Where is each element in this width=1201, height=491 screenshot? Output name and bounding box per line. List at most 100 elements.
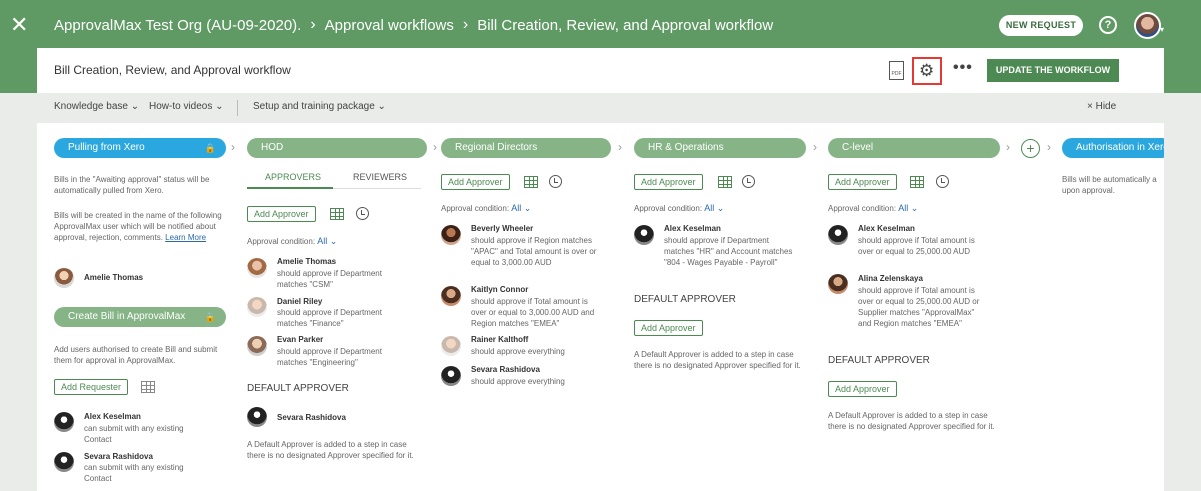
approval-condition: Approval condition: All ⌄ (441, 203, 531, 214)
alarm-clock-icon[interactable] (356, 207, 369, 220)
approver-rule: should approve if Department matches "Fi… (277, 308, 382, 328)
approver-rule: should approve if Region matches "APAC" … (471, 236, 597, 267)
hide-button[interactable]: × Hide (1087, 101, 1116, 112)
knowledge-base-link[interactable]: Knowledge base ⌄ (54, 101, 139, 112)
avatar (441, 225, 461, 245)
howto-videos-link[interactable]: How-to videos ⌄ (149, 101, 224, 112)
chevron-right-icon: › (1047, 140, 1051, 154)
active-tab-indicator (247, 187, 333, 189)
chevron-right-icon: › (813, 140, 817, 154)
step-create-bill[interactable]: Create Bill in ApprovalMax 🔒 (54, 307, 226, 327)
approver-rule: should approve if Department matches "CS… (277, 269, 382, 289)
table-icon[interactable] (524, 176, 538, 188)
more-options-icon[interactable]: ••• (953, 59, 973, 77)
pull-user-name: Amelie Thomas (84, 273, 144, 282)
requester-name: Alex Keselman (84, 412, 141, 421)
settings-button[interactable]: ⚙ (912, 57, 942, 85)
step-hr-operations[interactable]: HR & Operations (634, 138, 806, 158)
learn-more-link[interactable]: Learn More (165, 233, 206, 242)
condition-label: Approval condition: (247, 237, 316, 246)
lock-icon: 🔒 (204, 312, 216, 322)
avatar (634, 225, 654, 245)
default-approver-name: Sevara Rashidova (277, 413, 346, 422)
condition-dropdown[interactable]: All ⌄ (898, 203, 918, 213)
auth-description: Bills will be automatically a upon appro… (1062, 175, 1157, 195)
avatar (247, 336, 267, 356)
add-default-approver-button[interactable]: Add Approver (634, 320, 703, 336)
approval-condition: Approval condition: All ⌄ (634, 203, 724, 214)
approver-rule: should approve everything (471, 347, 565, 356)
workflow-title-bar: Bill Creation, Review, and Approval work… (37, 48, 1164, 93)
default-approver-note: A Default Approver is added to a step in… (634, 350, 801, 370)
tab-approvers[interactable]: APPROVERS (265, 172, 321, 182)
step-authorisation-xero[interactable]: Authorisation in Xero (1062, 138, 1164, 158)
condition-dropdown[interactable]: All ⌄ (511, 203, 531, 213)
requester-rule: can submit with any existing Contact (84, 424, 184, 444)
setup-training-link[interactable]: Setup and training package ⌄ (253, 101, 386, 112)
add-approver-button[interactable]: Add Approver (441, 174, 510, 190)
add-approver-button[interactable]: Add Approver (828, 174, 897, 190)
lock-icon: 🔒 (204, 143, 216, 153)
breadcrumb-org[interactable]: ApprovalMax Test Org (AU-09-2020). (54, 17, 301, 34)
alarm-clock-icon[interactable] (936, 175, 949, 188)
condition-label: Approval condition: (828, 204, 897, 213)
approver-name: Sevara Rashidova (471, 365, 540, 374)
step-regional-directors[interactable]: Regional Directors (441, 138, 611, 158)
default-approver-note: A Default Approver is added to a step in… (828, 411, 995, 431)
approver-name: Alex Keselman (858, 224, 915, 233)
approver-rule: should approve if Department matches "HR… (664, 236, 793, 267)
pdf-icon[interactable]: PDF (889, 61, 904, 80)
tab-reviewers[interactable]: REVIEWERS (353, 172, 407, 182)
table-icon[interactable] (141, 381, 155, 393)
add-approver-button[interactable]: Add Approver (634, 174, 703, 190)
add-default-approver-button[interactable]: Add Approver (828, 381, 897, 397)
step-label: Create Bill in ApprovalMax (68, 311, 186, 322)
workflow-canvas: Pulling from Xero 🔒 › Bills in the "Awai… (37, 123, 1164, 491)
pull-description: Bills in the "Awaiting approval" status … (54, 175, 210, 195)
avatar (54, 452, 74, 472)
avatar (247, 297, 267, 317)
avatar (828, 225, 848, 245)
default-approver-heading: DEFAULT APPROVER (828, 355, 930, 366)
chevron-right-icon: › (433, 140, 437, 154)
default-approver-heading: DEFAULT APPROVER (634, 294, 736, 305)
table-icon[interactable] (330, 208, 344, 220)
create-description: Add users authorised to create Bill and … (54, 345, 218, 365)
add-step-button[interactable]: + (1021, 139, 1040, 158)
approver-rule: should approve everything (471, 377, 565, 386)
condition-label: Approval condition: (634, 204, 703, 213)
requester-name: Sevara Rashidova (84, 452, 153, 461)
avatar (441, 366, 461, 386)
chevron-right-icon: › (231, 140, 235, 154)
avatar (441, 286, 461, 306)
approver-name: Daniel Riley (277, 297, 323, 306)
approver-name: Kaitlyn Connor (471, 285, 529, 294)
condition-dropdown[interactable]: All ⌄ (704, 203, 724, 213)
step-hod[interactable]: HOD (247, 138, 427, 158)
alarm-clock-icon[interactable] (742, 175, 755, 188)
alarm-clock-icon[interactable] (549, 175, 562, 188)
close-icon[interactable]: ✕ (10, 14, 28, 36)
help-links-bar: Knowledge base ⌄ How-to videos ⌄ Setup a… (37, 93, 1164, 123)
approver-name: Rainer Kalthoff (471, 335, 529, 344)
table-icon[interactable] (718, 176, 732, 188)
page-title: Bill Creation, Review, and Approval work… (54, 63, 291, 77)
add-approver-button[interactable]: Add Approver (247, 206, 316, 222)
help-icon[interactable]: ? (1099, 16, 1117, 34)
add-requester-button[interactable]: Add Requester (54, 379, 129, 395)
table-icon[interactable] (910, 176, 924, 188)
default-approver-heading: DEFAULT APPROVER (247, 383, 349, 394)
step-c-level[interactable]: C-level (828, 138, 1000, 158)
approval-condition: Approval condition: All ⌄ (828, 203, 918, 214)
avatar[interactable] (1134, 12, 1161, 39)
update-workflow-button[interactable]: UPDATE THE WORKFLOW (987, 59, 1119, 82)
approver-name: Amelie Thomas (277, 257, 337, 266)
divider (237, 100, 238, 116)
breadcrumb-workflows[interactable]: Approval workflows (325, 17, 454, 34)
step-label: Pulling from Xero (68, 142, 145, 153)
chevron-down-icon[interactable]: ▾ (1160, 25, 1164, 34)
step-pulling-from-xero[interactable]: Pulling from Xero 🔒 (54, 138, 226, 158)
condition-dropdown[interactable]: All ⌄ (317, 236, 337, 246)
new-request-button[interactable]: NEW REQUEST (999, 15, 1083, 36)
avatar (247, 258, 267, 278)
